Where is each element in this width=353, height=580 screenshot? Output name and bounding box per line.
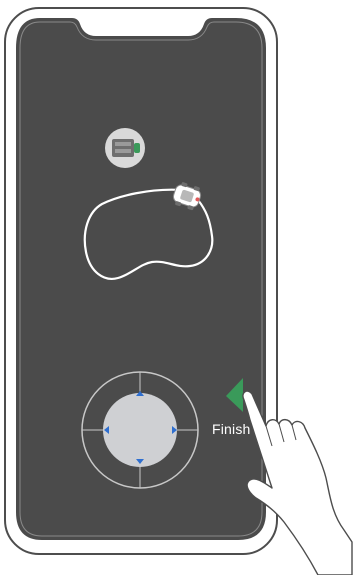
- charging-station-icon: [105, 128, 145, 168]
- joystick-knob[interactable]: [103, 393, 177, 467]
- joystick-control[interactable]: [81, 371, 199, 489]
- phone-frame: [4, 7, 278, 555]
- finish-label[interactable]: Finish: [212, 421, 251, 437]
- phone-illustration: Finish: [0, 0, 353, 576]
